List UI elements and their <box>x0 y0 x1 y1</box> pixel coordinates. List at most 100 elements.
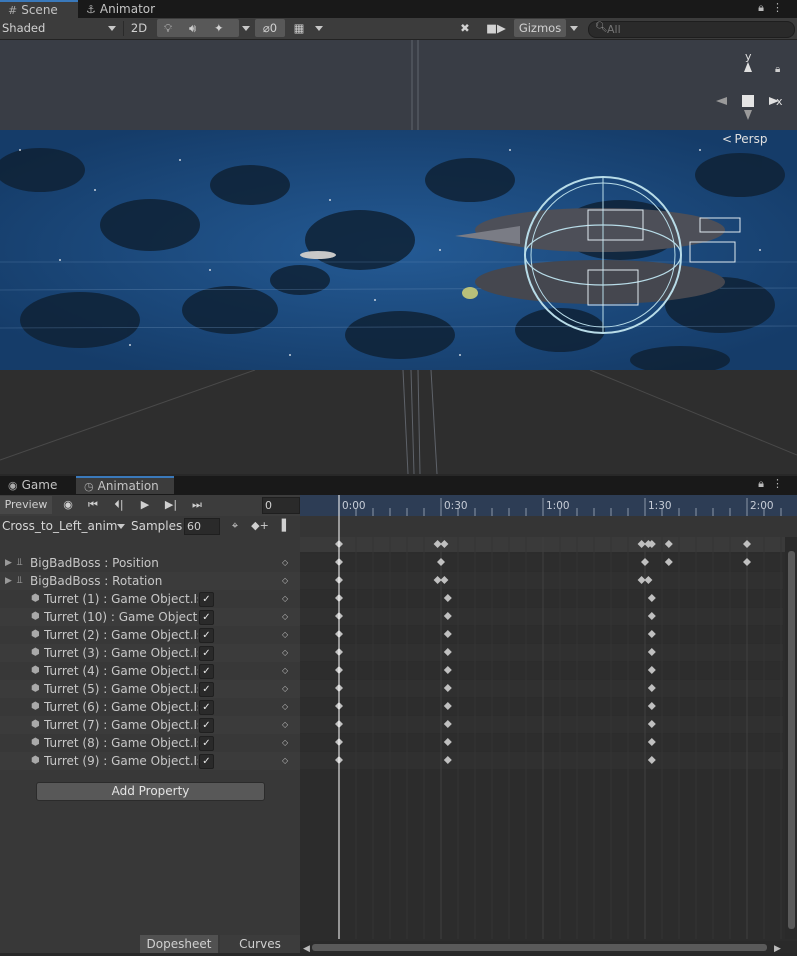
scene-search-input[interactable] <box>607 22 787 37</box>
property-options-icon[interactable]: ◇ <box>282 734 288 752</box>
property-options-icon[interactable]: ◇ <box>282 554 288 572</box>
tab-animation[interactable]: ◷ Animation <box>76 476 174 494</box>
effects-layers-icon[interactable]: ✦ <box>214 19 224 37</box>
is-active-checkbox[interactable]: ✓ <box>199 682 214 697</box>
clip-dropdown[interactable]: Cross_to_Left_anim <box>2 517 126 535</box>
property-options-icon[interactable]: ◇ <box>282 680 288 698</box>
tab-game[interactable]: ◉ Game <box>0 476 80 494</box>
lighting-bulb-icon[interactable]: 💡︎ <box>164 19 172 37</box>
audio-speaker-icon[interactable]: 🔊︎ <box>189 19 196 37</box>
property-row[interactable]: ⬢ Turret (1) : Game Object.Is Active✓ ◇ <box>0 590 300 608</box>
tab-dopesheet-label: Dopesheet <box>146 937 212 951</box>
add-event-button[interactable]: ▌ <box>275 517 297 535</box>
grid-toggle-button[interactable]: ▦ <box>289 19 309 37</box>
previous-key-button[interactable]: ⏴︎| <box>108 496 130 514</box>
dopesheet-row <box>300 590 783 607</box>
is-active-checkbox[interactable]: ✓ <box>199 628 214 643</box>
step-back-icon: ⏴︎| <box>114 498 124 511</box>
view-mode-tabs: Dopesheet Curves <box>140 935 300 953</box>
gizmos-button[interactable]: Gizmos <box>514 19 566 37</box>
last-key-button[interactable]: ⏭︎ <box>186 496 208 514</box>
tab-scene[interactable]: # Scene <box>0 0 78 18</box>
is-active-checkbox[interactable]: ✓ <box>199 718 214 733</box>
tab-dopesheet[interactable]: Dopesheet <box>140 935 218 953</box>
is-active-checkbox[interactable]: ✓ <box>199 700 214 715</box>
property-label: Turret (4) : Game Object.Is Active <box>44 664 198 678</box>
preview-toggle[interactable]: Preview <box>0 496 52 514</box>
shading-mode-dropdown[interactable]: Shaded <box>2 19 120 37</box>
property-row[interactable]: ⬢ Turret (5) : Game Object.Is Active✓ ◇ <box>0 680 300 698</box>
property-row[interactable]: ⬢ Turret (4) : Game Object.Is Active✓ ◇ <box>0 662 300 680</box>
player-ship[interactable] <box>300 251 336 259</box>
next-key-button[interactable]: ▶| <box>160 496 182 514</box>
property-row[interactable]: ⬢ Turret (2) : Game Object.Is Active✓ ◇ <box>0 626 300 644</box>
projection-toggle[interactable]: < Persp <box>722 132 767 146</box>
dopesheet-row <box>300 716 783 733</box>
property-options-icon[interactable]: ◇ <box>282 608 288 626</box>
dopesheet-row <box>300 752 783 769</box>
is-active-checkbox[interactable]: ✓ <box>199 736 214 751</box>
add-keyframe-icon: ◆+ <box>251 519 269 532</box>
add-property-label: Add Property <box>111 784 190 798</box>
add-property-button[interactable]: Add Property <box>36 782 265 801</box>
skip-last-icon: ⏭︎ <box>192 498 202 511</box>
filter-selected-button[interactable]: ⌖ <box>224 517 246 535</box>
chevron-down-icon <box>117 524 125 529</box>
dopesheet-row <box>300 572 783 589</box>
svg-text:🔒︎: 🔒︎ <box>775 64 780 75</box>
scene-visibility-toggle[interactable]: ⌀0 <box>255 19 285 37</box>
property-options-icon[interactable]: ◇ <box>282 716 288 734</box>
expand-arrow-icon[interactable]: ▶ <box>5 572 12 590</box>
property-row[interactable]: ⬢ Turret (3) : Game Object.Is Active✓ ◇ <box>0 644 300 662</box>
is-active-checkbox[interactable]: ✓ <box>199 592 214 607</box>
is-active-checkbox[interactable]: ✓ <box>199 754 214 769</box>
tab-curves[interactable]: Curves <box>220 935 300 953</box>
gizmos-dropdown[interactable] <box>567 19 581 37</box>
property-options-icon[interactable]: ◇ <box>282 626 288 644</box>
grid-dropdown[interactable] <box>312 19 326 37</box>
orientation-gizmo[interactable]: y x 🔒︎ <box>713 52 783 142</box>
property-row[interactable]: ⬢ Turret (8) : Game Object.Is Active✓ ◇ <box>0 734 300 752</box>
property-label: BigBadBoss : Rotation <box>30 574 163 588</box>
property-row[interactable]: ⬢ Turret (7) : Game Object.Is Active✓ ◇ <box>0 716 300 734</box>
property-options-icon[interactable]: ◇ <box>282 644 288 662</box>
scene-viewport[interactable]: y x 🔒︎ < Persp <box>0 40 797 474</box>
property-row[interactable]: ⬢ Turret (9) : Game Object.Is Active✓ ◇ <box>0 752 300 770</box>
property-row[interactable]: ⬢ Turret (10) : Game Object.Is Active✓ ◇ <box>0 608 300 626</box>
samples-field[interactable]: 60 <box>184 518 220 535</box>
property-options-icon[interactable]: ◇ <box>282 590 288 608</box>
camera-dropdown[interactable]: ■▶ <box>481 19 511 37</box>
add-keyframe-button[interactable]: ◆+ <box>249 517 271 535</box>
property-options-icon[interactable]: ◇ <box>282 662 288 680</box>
record-button[interactable]: ◉ <box>57 496 79 514</box>
is-active-checkbox[interactable]: ✓ <box>199 646 214 661</box>
first-key-button[interactable]: ⏮︎ <box>82 496 104 514</box>
kebab-menu-icon[interactable]: ⋮ <box>772 477 791 490</box>
scene-search-field[interactable]: 🔍︎ <box>588 21 795 38</box>
property-options-icon[interactable]: ◇ <box>282 572 288 590</box>
lock-icon[interactable]: 🔒︎ <box>758 1 772 14</box>
frame-field[interactable]: 0 <box>262 497 300 514</box>
property-options-icon[interactable]: ◇ <box>282 698 288 716</box>
property-options-icon[interactable]: ◇ <box>282 752 288 770</box>
property-row[interactable]: ▶ ⫫ BigBadBoss : Position ◇ <box>0 554 300 572</box>
lock-icon[interactable]: 🔒︎ <box>758 477 772 490</box>
add-event-icon: ▌ <box>281 519 291 532</box>
scene-grid-icon: # <box>8 4 18 17</box>
dopesheet-timeline[interactable]: 0:00 0:30 1:00 1:30 2:00 ◀ ▶ <box>300 495 797 954</box>
2d-toggle-button[interactable]: 2D <box>126 19 152 37</box>
property-row[interactable]: ⬢ Turret (6) : Game Object.Is Active✓ ◇ <box>0 698 300 716</box>
play-button[interactable]: ▶ <box>134 496 156 514</box>
expand-arrow-icon[interactable]: ▶ <box>5 554 12 572</box>
window-controls: 🔒︎⋮ <box>758 477 791 491</box>
samples-label: Samples <box>131 519 183 533</box>
property-row[interactable]: ▶ ⫫ BigBadBoss : Rotation ◇ <box>0 572 300 590</box>
effects-dropdown[interactable] <box>240 19 252 37</box>
dopesheet-canvas[interactable]: 0:00 0:30 1:00 1:30 2:00 ◀ ▶ <box>300 495 797 954</box>
tab-animator[interactable]: ⚓ Animator <box>78 0 174 18</box>
tab-scene-label: Scene <box>21 3 58 17</box>
tools-button[interactable]: ✖ <box>454 19 476 37</box>
kebab-menu-icon[interactable]: ⋮ <box>772 1 791 14</box>
is-active-checkbox[interactable]: ✓ <box>199 610 214 625</box>
is-active-checkbox[interactable]: ✓ <box>199 664 214 679</box>
